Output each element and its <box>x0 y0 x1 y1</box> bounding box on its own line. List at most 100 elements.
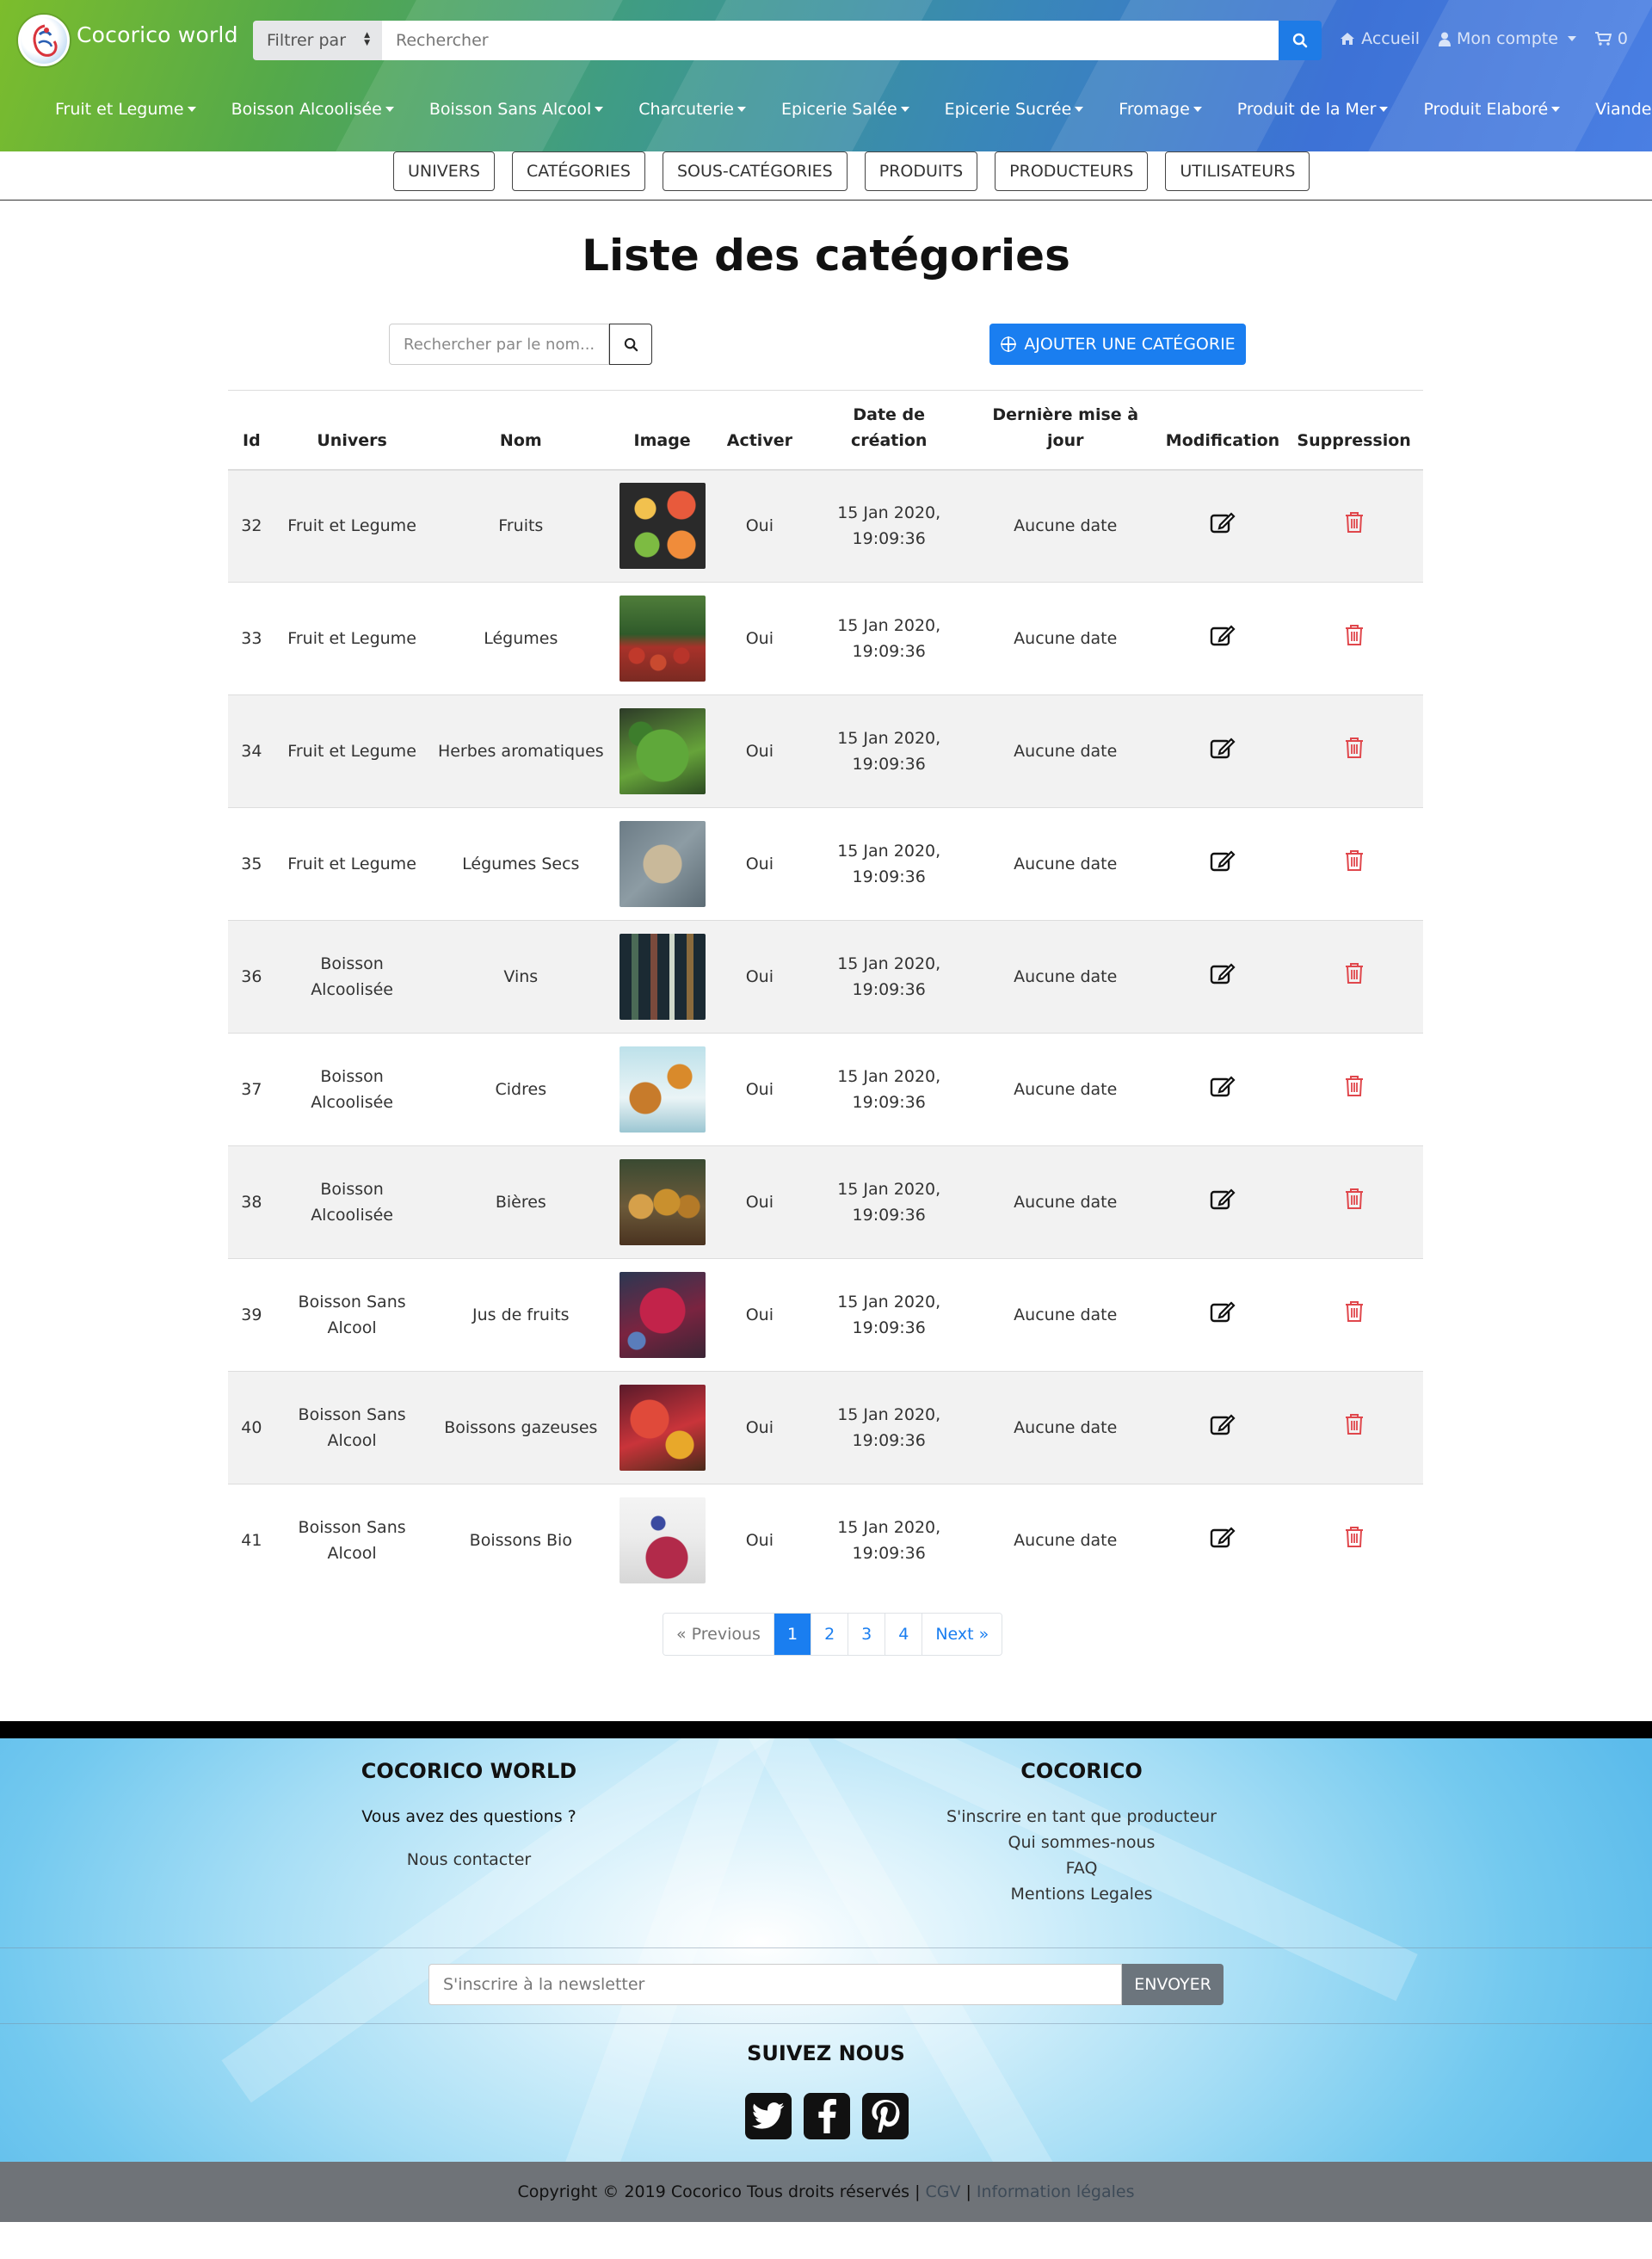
trash-icon[interactable] <box>1345 737 1364 767</box>
footer-link[interactable]: S'inscrire en tant que producteur <box>909 1804 1254 1830</box>
trash-icon[interactable] <box>1345 1526 1364 1556</box>
category-nav-item[interactable]: Boisson Sans Alcool <box>428 100 604 119</box>
column-header[interactable]: Date de création <box>807 390 971 471</box>
logo[interactable] <box>18 15 70 66</box>
cart-icon <box>1594 32 1612 46</box>
pagination-page[interactable]: 3 <box>848 1614 885 1655</box>
tab-produits[interactable]: PRODUITS <box>864 151 978 191</box>
category-nav-item[interactable]: Viande <box>1595 100 1652 119</box>
pinterest-icon[interactable] <box>862 2093 909 2139</box>
cell-modification <box>1160 807 1285 921</box>
category-nav-label: Boisson Sans Alcool <box>428 100 592 119</box>
edit-icon[interactable] <box>1210 1299 1236 1331</box>
footer-link[interactable]: FAQ <box>909 1855 1254 1881</box>
filter-select-label: Filtrer par <box>267 31 347 50</box>
footer-contact-link[interactable]: Nous contacter <box>297 1847 641 1873</box>
cell-activer: Oui <box>712 1371 808 1484</box>
category-nav-item[interactable]: Produit de la Mer <box>1237 100 1389 119</box>
edit-icon[interactable] <box>1210 1187 1236 1219</box>
pagination-next[interactable]: Next » <box>922 1614 1002 1655</box>
name-search-input[interactable]: Rechercher par le nom... <box>389 324 609 365</box>
trash-icon[interactable] <box>1345 1413 1364 1443</box>
column-header[interactable]: Activer <box>712 390 808 471</box>
pagination-previous[interactable]: « Previous <box>663 1614 774 1655</box>
category-nav-item[interactable]: Boisson Alcoolisée <box>231 100 394 119</box>
column-header: Image <box>613 390 712 471</box>
table-header-row: Id Univers Nom Image Activer Date de cré… <box>228 390 1423 471</box>
name-search-button[interactable] <box>609 324 652 365</box>
trash-icon[interactable] <box>1345 962 1364 992</box>
categories-table: Id Univers Nom Image Activer Date de cré… <box>228 390 1423 1597</box>
pagination-page[interactable]: 4 <box>885 1614 922 1655</box>
column-header: Suppression <box>1285 390 1423 471</box>
trash-icon[interactable] <box>1345 511 1364 541</box>
facebook-icon[interactable] <box>804 2093 850 2139</box>
trash-icon[interactable] <box>1345 849 1364 880</box>
footer-col-title: COCORICO WORLD <box>361 1759 577 1783</box>
date-creation-text: 15 Jan 2020, 19:09:36 <box>837 1067 941 1112</box>
tab-categories[interactable]: CATÉGORIES <box>512 151 645 191</box>
nav-cart[interactable]: 0 <box>1594 29 1628 48</box>
cell-univers: Fruit et Legume <box>274 694 429 808</box>
edit-icon[interactable] <box>1210 510 1236 542</box>
category-thumbnail <box>619 1385 706 1471</box>
cell-modification <box>1160 694 1285 808</box>
twitter-icon[interactable] <box>745 2093 792 2139</box>
newsletter-submit-button[interactable]: ENVOYER <box>1122 1964 1224 2005</box>
trash-icon[interactable] <box>1345 1075 1364 1105</box>
edit-icon[interactable] <box>1210 1525 1236 1557</box>
cell-date-creation: 15 Jan 2020, 19:09:36 <box>807 920 971 1034</box>
trash-icon[interactable] <box>1345 1300 1364 1330</box>
nav-account[interactable]: Mon compte <box>1439 29 1576 48</box>
edit-icon[interactable] <box>1210 1074 1236 1106</box>
edit-icon[interactable] <box>1210 1412 1236 1444</box>
category-nav-item[interactable]: Epicerie Salée <box>781 100 909 119</box>
edit-icon[interactable] <box>1210 623 1236 655</box>
category-nav-label: Boisson Alcoolisée <box>231 100 382 119</box>
brand-name[interactable]: Cocorico world <box>77 22 238 47</box>
search-button[interactable] <box>1279 21 1322 60</box>
trash-icon[interactable] <box>1345 624 1364 654</box>
tab-sous-categories[interactable]: SOUS-CATÉGORIES <box>662 151 848 191</box>
cell-suppression <box>1285 1033 1423 1146</box>
legal-info-link[interactable]: Information légales <box>977 2182 1135 2201</box>
footer-link[interactable]: Qui sommes-nous <box>909 1830 1254 1855</box>
pagination-page[interactable]: 2 <box>811 1614 848 1655</box>
newsletter-input[interactable]: S'inscrire à la newsletter <box>428 1964 1122 2005</box>
trash-icon[interactable] <box>1345 1188 1364 1218</box>
cell-nom: Boissons Bio <box>428 1484 613 1597</box>
column-header[interactable]: Id <box>228 390 275 471</box>
tab-producteurs[interactable]: PRODUCTEURS <box>995 151 1149 191</box>
cell-date-creation: 15 Jan 2020, 19:09:36 <box>807 1258 971 1372</box>
cell-image <box>613 1484 712 1597</box>
column-header[interactable]: Dernière mise à jour <box>970 390 1161 471</box>
search-input[interactable]: Rechercher <box>382 21 1279 60</box>
cell-activer: Oui <box>712 694 808 808</box>
nav-home[interactable]: Accueil <box>1340 29 1420 48</box>
category-thumbnail <box>619 1159 706 1245</box>
pagination-page[interactable]: 1 <box>773 1614 811 1655</box>
cell-id: 41 <box>228 1484 275 1597</box>
cell-activer: Oui <box>712 1033 808 1146</box>
column-header[interactable]: Nom <box>428 390 613 471</box>
category-nav-item[interactable]: Produit Elaboré <box>1423 100 1561 119</box>
category-nav-item[interactable]: Charcuterie <box>638 100 746 119</box>
cell-id: 37 <box>228 1033 275 1146</box>
column-header[interactable]: Univers <box>274 390 429 471</box>
category-nav-item[interactable]: Fromage <box>1119 100 1202 119</box>
filter-select[interactable]: Filtrer par ▲ ▼ <box>253 21 382 60</box>
chevron-down-icon <box>1075 107 1084 112</box>
cgv-link[interactable]: CGV <box>926 2182 961 2201</box>
add-category-button[interactable]: AJOUTER UNE CATÉGORIE <box>989 324 1246 365</box>
cell-date-creation: 15 Jan 2020, 19:09:36 <box>807 582 971 695</box>
footer-link[interactable]: Mentions Legales <box>909 1881 1254 1907</box>
edit-icon[interactable] <box>1210 736 1236 768</box>
edit-icon[interactable] <box>1210 849 1236 880</box>
cell-id: 36 <box>228 920 275 1034</box>
edit-icon[interactable] <box>1210 961 1236 993</box>
category-nav-item[interactable]: Epicerie Sucrée <box>945 100 1084 119</box>
tab-utilisateurs[interactable]: UTILISATEURS <box>1165 151 1310 191</box>
category-nav-item[interactable]: Fruit et Legume <box>55 100 196 119</box>
tab-univers[interactable]: UNIVERS <box>393 151 495 191</box>
cell-modification <box>1160 1145 1285 1259</box>
